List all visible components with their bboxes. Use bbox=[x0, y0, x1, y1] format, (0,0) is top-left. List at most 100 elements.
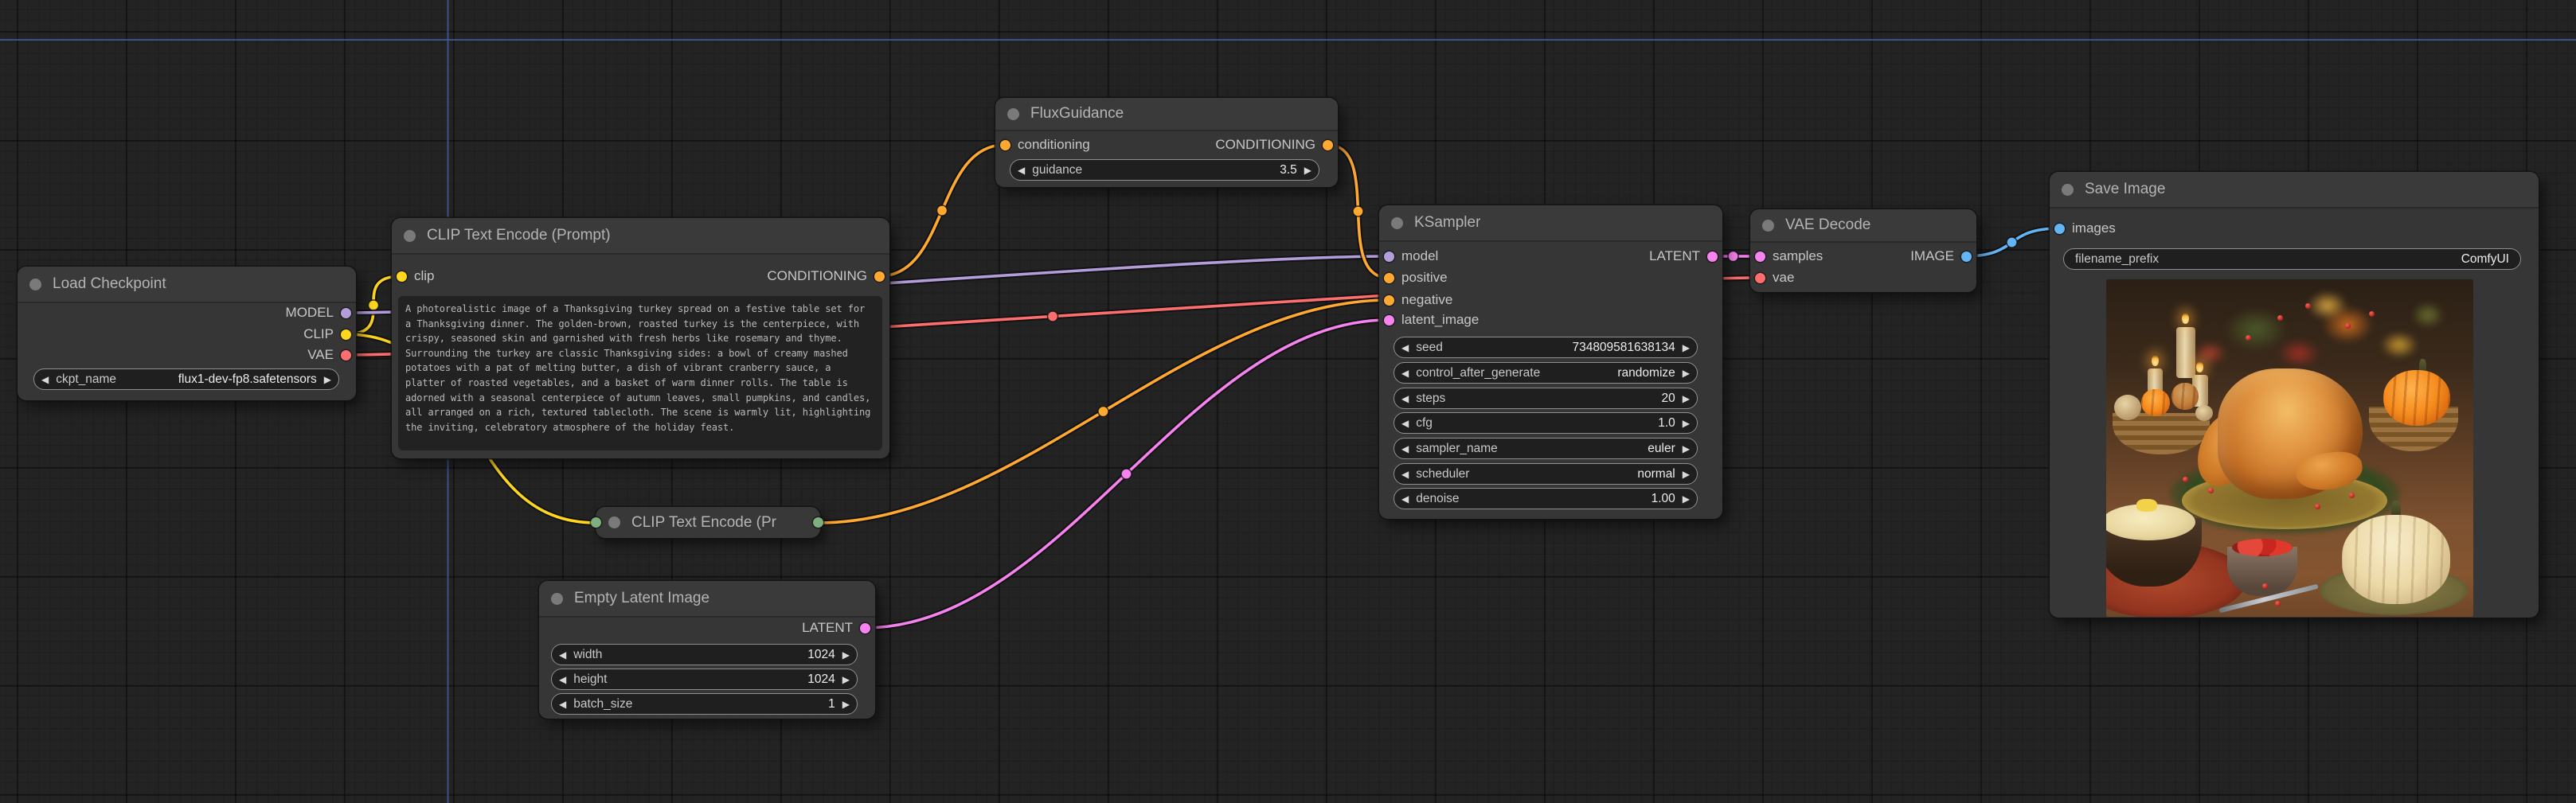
node-titlebar[interactable]: Empty Latent Image bbox=[539, 581, 875, 618]
link-midpoint-dot[interactable] bbox=[2007, 237, 2017, 248]
link-wire-outline bbox=[818, 300, 1389, 523]
negative-input-port[interactable] bbox=[1384, 295, 1394, 306]
node-status-dot-icon bbox=[404, 230, 416, 242]
output-slot-clip: CLIP bbox=[18, 324, 356, 345]
increment-arrow-icon[interactable]: ▶ bbox=[317, 375, 338, 384]
clip-output-port[interactable] bbox=[341, 329, 351, 340]
decrement-arrow-icon[interactable]: ◀ bbox=[1394, 343, 1416, 353]
model-output-port[interactable] bbox=[341, 308, 351, 318]
latent-output-port[interactable] bbox=[1707, 251, 1718, 262]
link-wire-outline bbox=[1964, 228, 2059, 256]
decrement-arrow-icon[interactable]: ◀ bbox=[1394, 419, 1416, 428]
decrement-arrow-icon[interactable]: ◀ bbox=[34, 375, 56, 384]
link-midpoint-dot[interactable] bbox=[937, 205, 948, 216]
link-wire[interactable] bbox=[879, 145, 1005, 276]
decrement-arrow-icon[interactable]: ◀ bbox=[552, 675, 573, 684]
increment-arrow-icon[interactable]: ▶ bbox=[835, 650, 857, 660]
link-wire[interactable] bbox=[864, 320, 1389, 628]
input-slot-negative: negative bbox=[1379, 290, 1722, 310]
decrement-arrow-icon[interactable]: ◀ bbox=[1394, 470, 1416, 479]
decrement-arrow-icon[interactable]: ◀ bbox=[552, 650, 573, 660]
white-pumpkin bbox=[2342, 515, 2450, 604]
increment-arrow-icon[interactable]: ▶ bbox=[1675, 343, 1697, 353]
vae-input-port[interactable] bbox=[1755, 273, 1765, 283]
node-titlebar[interactable]: Load Checkpoint bbox=[18, 267, 356, 303]
guidance-widget[interactable]: ◀ guidance 3.5 ▶ bbox=[1010, 159, 1319, 181]
node-clip-text-encode-negative-collapsed[interactable]: CLIP Text Encode (Pr bbox=[596, 507, 820, 538]
conditioning-output-port[interactable] bbox=[1323, 140, 1333, 150]
decrement-arrow-icon[interactable]: ◀ bbox=[1394, 368, 1416, 378]
seed-widget[interactable]: ◀ seed 734809581638134 ▶ bbox=[1394, 337, 1698, 358]
candle-flame bbox=[2182, 313, 2189, 324]
output-slot-vae: VAE bbox=[18, 345, 356, 365]
prompt-text-area[interactable]: A photorealistic image of a Thanksgiving… bbox=[398, 296, 882, 450]
vae-output-port[interactable] bbox=[341, 350, 351, 361]
link-midpoint-dot[interactable] bbox=[1048, 311, 1058, 322]
decrement-arrow-icon[interactable]: ◀ bbox=[1010, 166, 1032, 175]
output-slot-conditioning: CONDITIONING bbox=[392, 266, 889, 287]
denoise-widget[interactable]: ◀ denoise 1.00 ▶ bbox=[1394, 488, 1698, 509]
node-status-dot-icon bbox=[1762, 220, 1774, 232]
increment-arrow-icon[interactable]: ▶ bbox=[1675, 470, 1697, 479]
node-empty-latent-image[interactable]: Empty Latent Image LATENT ◀ width 1024 ▶… bbox=[539, 581, 875, 719]
latent-output-port[interactable] bbox=[860, 623, 870, 633]
increment-arrow-icon[interactable]: ▶ bbox=[1675, 394, 1697, 403]
node-titlebar[interactable]: KSampler bbox=[1379, 205, 1722, 242]
link-midpoint-dot[interactable] bbox=[1121, 469, 1132, 479]
node-title: CLIP Text Encode (Prompt) bbox=[427, 227, 611, 244]
batch-size-widget[interactable]: ◀ batch_size 1 ▶ bbox=[551, 693, 858, 715]
input-slot-positive: positive bbox=[1379, 267, 1722, 288]
steps-widget[interactable]: ◀ steps 20 ▶ bbox=[1394, 388, 1698, 409]
link-wire[interactable] bbox=[1964, 228, 2059, 256]
control-after-generate-widget[interactable]: ◀ control_after_generate randomize ▶ bbox=[1394, 362, 1698, 384]
latent-image-input-port[interactable] bbox=[1384, 315, 1394, 325]
link-midpoint-dot[interactable] bbox=[369, 300, 379, 310]
conditioning-output-port[interactable] bbox=[874, 271, 885, 282]
cfg-widget[interactable]: ◀ cfg 1.0 ▶ bbox=[1394, 412, 1698, 434]
node-save-image[interactable]: Save Image images filename_prefix ComfyU… bbox=[2050, 172, 2539, 618]
candle-flame bbox=[2196, 361, 2203, 372]
link-midpoint-dot[interactable] bbox=[1098, 407, 1108, 417]
filename-prefix-widget[interactable]: filename_prefix ComfyUI bbox=[2063, 248, 2521, 270]
increment-arrow-icon[interactable]: ▶ bbox=[1675, 419, 1697, 428]
increment-arrow-icon[interactable]: ▶ bbox=[1297, 166, 1319, 175]
node-ksampler[interactable]: KSampler model positive negative latent_… bbox=[1379, 205, 1722, 519]
decrement-arrow-icon[interactable]: ◀ bbox=[1394, 394, 1416, 403]
node-clip-text-encode[interactable]: CLIP Text Encode (Prompt) clip CONDITION… bbox=[392, 218, 889, 458]
increment-arrow-icon[interactable]: ▶ bbox=[1675, 444, 1697, 454]
link-wire-outline bbox=[864, 320, 1389, 628]
image-output-port[interactable] bbox=[1961, 251, 1972, 262]
node-titlebar[interactable]: FluxGuidance bbox=[995, 98, 1338, 131]
increment-arrow-icon[interactable]: ▶ bbox=[835, 675, 857, 684]
node-vae-decode[interactable]: VAE Decode samples vae IMAGE bbox=[1750, 209, 1976, 292]
collapsed-input-port[interactable] bbox=[591, 517, 601, 528]
positive-input-port[interactable] bbox=[1384, 273, 1394, 283]
increment-arrow-icon[interactable]: ▶ bbox=[835, 700, 857, 709]
node-titlebar[interactable]: CLIP Text Encode (Prompt) bbox=[392, 218, 889, 255]
increment-arrow-icon[interactable]: ▶ bbox=[1675, 368, 1697, 378]
width-widget[interactable]: ◀ width 1024 ▶ bbox=[551, 644, 858, 665]
node-graph-canvas[interactable]: Load Checkpoint MODEL CLIP VAE ◀ ckpt_na… bbox=[0, 0, 2576, 803]
increment-arrow-icon[interactable]: ▶ bbox=[1675, 494, 1697, 504]
orange-pumpkin bbox=[2383, 370, 2450, 426]
collapsed-output-port[interactable] bbox=[813, 517, 823, 528]
node-flux-guidance[interactable]: FluxGuidance conditioning CONDITIONING ◀… bbox=[995, 98, 1338, 187]
candle-flame bbox=[2152, 355, 2159, 366]
ckpt-name-widget[interactable]: ◀ ckpt_name flux1-dev-fp8.safetensors ▶ bbox=[33, 368, 339, 390]
link-wire[interactable] bbox=[818, 300, 1389, 523]
decrement-arrow-icon[interactable]: ◀ bbox=[552, 700, 573, 709]
images-input-port[interactable] bbox=[2054, 224, 2065, 234]
link-midpoint-dot[interactable] bbox=[1353, 206, 1363, 216]
scheduler-widget[interactable]: ◀ scheduler normal ▶ bbox=[1394, 463, 1698, 485]
drumstick-bone bbox=[2195, 405, 2213, 421]
small-pumpkin bbox=[2171, 383, 2199, 410]
decrement-arrow-icon[interactable]: ◀ bbox=[1394, 494, 1416, 504]
node-load-checkpoint[interactable]: Load Checkpoint MODEL CLIP VAE ◀ ckpt_na… bbox=[18, 267, 356, 400]
node-titlebar[interactable]: VAE Decode bbox=[1750, 209, 1976, 243]
height-widget[interactable]: ◀ height 1024 ▶ bbox=[551, 669, 858, 690]
decrement-arrow-icon[interactable]: ◀ bbox=[1394, 444, 1416, 454]
node-titlebar[interactable]: Save Image bbox=[2050, 172, 2539, 209]
link-midpoint-dot[interactable] bbox=[1728, 251, 1738, 262]
sampler-name-widget[interactable]: ◀ sampler_name euler ▶ bbox=[1394, 438, 1698, 459]
output-slot-conditioning: CONDITIONING bbox=[995, 134, 1338, 155]
